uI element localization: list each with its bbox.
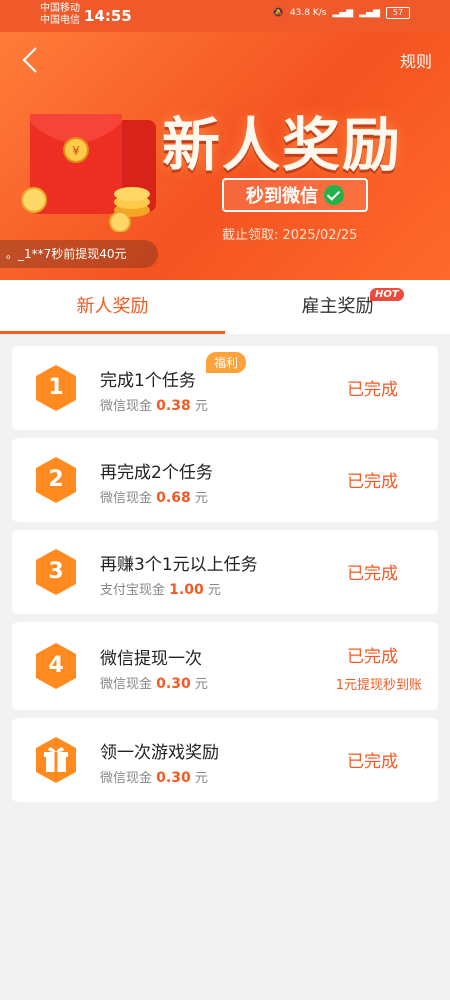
carrier-info: 中国移动 中国电信 [40, 3, 80, 27]
tab-new-user-rewards[interactable]: 新人奖励 [0, 280, 225, 334]
carrier-1: 中国移动 [40, 3, 80, 14]
step-badge: 1 [34, 364, 78, 412]
welfare-badge: 福利 [206, 352, 247, 373]
svg-text:¥: ¥ [72, 144, 80, 158]
task-status: 已完成 [347, 472, 398, 492]
task-card[interactable]: 4 微信提现一次 微信现金 0.30 元 已完成 1元提现秒到账 [12, 622, 438, 710]
task-card[interactable]: 1 完成1个任务 福利 微信现金 0.38 元 已完成 [12, 346, 438, 430]
gift-icon [36, 737, 76, 783]
task-status: 已完成 [347, 752, 398, 772]
signal-icon: ▂▄▆ [332, 8, 354, 18]
task-card[interactable]: 领一次游戏奖励 微信现金 0.30 元 已完成 [12, 718, 438, 802]
badge-text: 秒到微信 [246, 186, 318, 207]
task-card[interactable]: 2 再完成2个任务 微信现金 0.68 元 已完成 [12, 438, 438, 522]
reward-label: 微信现金 [100, 399, 153, 414]
carrier-2: 中国电信 [40, 15, 80, 26]
task-status: 已完成 [347, 647, 398, 667]
step-number: 4 [48, 653, 64, 678]
step-number: 1 [48, 375, 64, 400]
step-badge: 3 [34, 548, 78, 596]
hero-title: 新人奖励 [162, 111, 403, 179]
reward-label: 微信现金 [100, 491, 153, 506]
chevron-left-icon[interactable] [18, 44, 46, 76]
hot-badge: HOT [370, 288, 404, 301]
hero-banner: 规则 ¥ 新人奖励 秒到微信 截止领取: 2025/02/25 。_1**7秒前… [0, 32, 450, 280]
reward-label: 支付宝现金 [100, 583, 166, 598]
task-card[interactable]: 3 再赚3个1元以上任务 支付宝现金 1.00 元 已完成 [12, 530, 438, 614]
status-icons: 🔕 43.8 K/s ▂▄▆ ▂▄▆ 57 [273, 7, 410, 19]
task-status: 已完成 [347, 564, 398, 584]
reward-amount: 0.38 [156, 398, 191, 414]
task-title: 再赚3个1元以上任务 [100, 555, 258, 575]
tab-employer-rewards[interactable]: 雇主奖励 [225, 280, 450, 334]
task-title: 微信提现一次 [100, 649, 202, 669]
clock: 14:55 [84, 7, 132, 25]
withdraw-note: 1元提现秒到账 [335, 678, 422, 693]
reward-unit: 元 [194, 677, 208, 692]
step-badge: 4 [34, 642, 78, 690]
mute-icon: 🔕 [272, 8, 284, 18]
reward-unit: 元 [194, 771, 208, 786]
rules-link[interactable]: 规则 [400, 48, 432, 72]
instant-wechat-badge: 秒到微信 [222, 178, 368, 212]
reward-unit: 元 [194, 399, 208, 414]
task-reward: 微信现金 0.30 元 [100, 673, 208, 692]
reward-amount: 0.30 [156, 676, 191, 692]
reward-label: 微信现金 [100, 771, 153, 786]
reward-amount: 0.30 [156, 770, 191, 786]
task-reward: 微信现金 0.68 元 [100, 487, 208, 506]
status-bar: 中国移动 中国电信 14:55 🔕 43.8 K/s ▂▄▆ ▂▄▆ 57 [0, 0, 450, 32]
task-status: 已完成 [347, 380, 398, 400]
signal-icon-2: ▂▄▆ [359, 8, 380, 18]
deadline-text: 截止领取: 2025/02/25 [222, 228, 358, 243]
step-badge [34, 736, 78, 784]
step-number: 2 [48, 467, 64, 492]
task-reward: 微信现金 0.30 元 [100, 767, 208, 786]
task-title: 领一次游戏奖励 [100, 743, 219, 763]
withdraw-notice: 。_1**7秒前提现40元 [0, 240, 158, 268]
task-reward: 支付宝现金 1.00 元 [100, 579, 221, 598]
red-packet-icon: ¥ [21, 114, 156, 232]
reward-amount: 0.68 [156, 490, 191, 506]
task-title: 完成1个任务 [100, 371, 196, 391]
network-speed: 43.8 K/s [289, 8, 327, 18]
reward-unit: 元 [194, 491, 208, 506]
tab-bar: 新人奖励 雇主奖励 HOT [0, 280, 450, 334]
battery-icon: 57 [386, 7, 410, 19]
reward-amount: 1.00 [169, 582, 204, 598]
task-reward: 微信现金 0.38 元 [100, 395, 208, 414]
step-number: 3 [48, 559, 64, 584]
check-icon [324, 185, 344, 205]
step-badge: 2 [34, 456, 78, 504]
reward-unit: 元 [207, 583, 221, 598]
task-title: 再完成2个任务 [100, 463, 213, 483]
reward-label: 微信现金 [100, 677, 153, 692]
